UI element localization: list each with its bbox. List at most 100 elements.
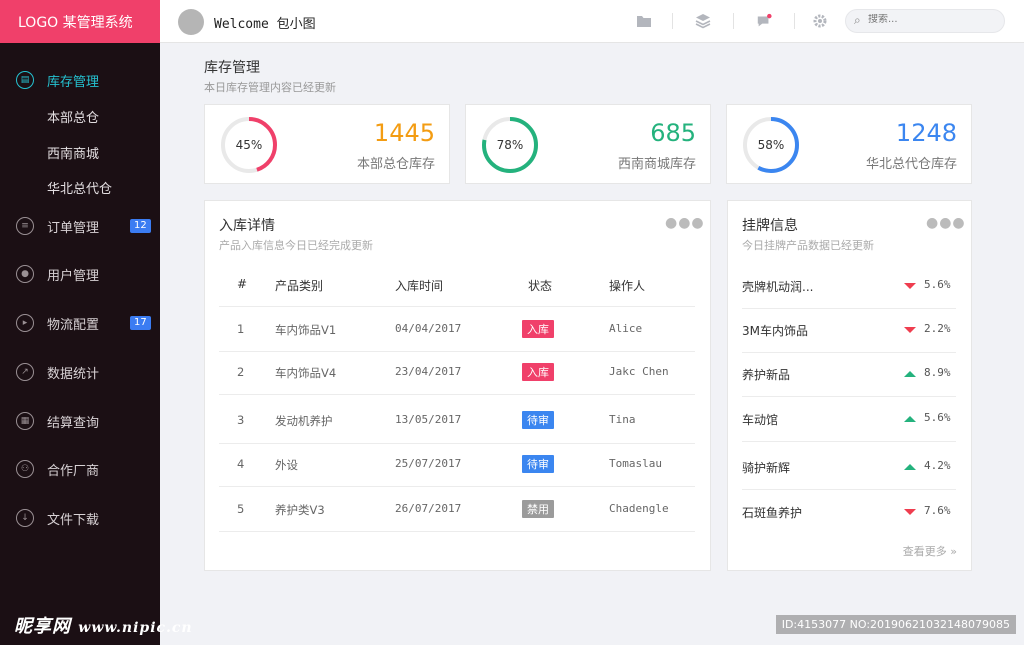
- sidebar-subitem-southwest-mall[interactable]: 西南商城: [47, 143, 99, 162]
- listing-item-value: 5.6%: [924, 411, 951, 424]
- sidebar-item-statistics[interactable]: ↗ 数据统计: [0, 357, 160, 387]
- site-watermark: 昵享网 www.nipic.cn: [14, 612, 193, 638]
- see-more-link[interactable]: 查看更多 »: [903, 543, 957, 559]
- stat-percent: 78%: [496, 138, 524, 152]
- chart-icon: ↗: [16, 363, 34, 381]
- listing-item-name[interactable]: 车动馆: [742, 411, 778, 428]
- calculator-icon: ▦: [16, 412, 34, 430]
- list-divider: [742, 441, 956, 442]
- list-divider: [742, 352, 956, 353]
- panel-title: 入库详情: [219, 218, 275, 234]
- column-header: 操作人: [609, 279, 646, 293]
- stat-card-hq: 45% 1445 本部总仓库存: [204, 104, 450, 184]
- product-category: 车内饰品V1: [275, 323, 337, 337]
- app-title: LOGO 某管理系统: [18, 14, 133, 31]
- inventory-icon: ▤: [16, 71, 34, 89]
- sidebar-item-label: 文件下载: [47, 512, 100, 528]
- row-number: 4: [237, 457, 245, 471]
- operator-name: Alice: [609, 322, 643, 335]
- search-box[interactable]: ⌕: [845, 9, 1005, 33]
- operator-name: Tina: [609, 413, 636, 426]
- list-divider: [742, 308, 956, 309]
- operator-name: Chadengle: [609, 502, 669, 515]
- sidebar-item-logistics[interactable]: ▸ 物流配置 17: [0, 308, 160, 338]
- panel-subtitle: 今日挂牌产品数据已经更新: [742, 239, 874, 252]
- column-header: #: [237, 277, 248, 291]
- sidebar-item-downloads[interactable]: ↓ 文件下载: [0, 503, 160, 533]
- stat-percent: 58%: [757, 138, 785, 152]
- row-divider: [219, 486, 695, 487]
- status-badge: 待审: [522, 411, 554, 429]
- stat-label: 西南商城库存: [617, 157, 696, 172]
- app-logo[interactable]: LOGO 某管理系统: [0, 0, 160, 43]
- inbound-detail-panel: 入库详情 产品入库信息今日已经完成更新 ●●● # 产品类别 入库时间 状态 操…: [204, 200, 711, 571]
- welcome-text: Welcome 包小图: [214, 17, 316, 32]
- avatar[interactable]: [178, 9, 204, 35]
- watermark-id: ID:4153077 NO:20190621032148079085: [775, 615, 1016, 634]
- listing-item-name[interactable]: 养护新品: [742, 366, 790, 383]
- inbound-date: 23/04/2017: [395, 365, 462, 378]
- product-category: 发动机养护: [275, 414, 333, 428]
- sidebar-item-label: 合作厂商: [47, 463, 100, 479]
- sidebar-item-orders[interactable]: ≡ 订单管理 12: [0, 211, 160, 241]
- listing-item-name[interactable]: 石斑鱼养护: [742, 504, 802, 521]
- column-header: 入库时间: [395, 279, 444, 293]
- watermark-site: 昵享网: [14, 616, 71, 637]
- message-icon[interactable]: [756, 13, 772, 29]
- column-header: 产品类别: [275, 279, 324, 293]
- more-options-icon[interactable]: ●●●: [926, 215, 966, 231]
- logistics-icon: ▸: [16, 314, 34, 332]
- stat-percent: 45%: [235, 138, 263, 152]
- row-number: 3: [237, 413, 245, 427]
- sidebar-item-label: 订单管理: [47, 220, 100, 236]
- row-divider: [219, 443, 695, 444]
- sidebar-subitem-hq-warehouse[interactable]: 本部总仓: [47, 107, 99, 126]
- header-divider: [672, 13, 673, 29]
- stat-label: 华北总代仓库存: [865, 157, 957, 172]
- sidebar-item-partners[interactable]: ⚇ 合作厂商: [0, 454, 160, 484]
- settings-icon[interactable]: [812, 13, 828, 29]
- row-divider: [219, 306, 695, 307]
- stat-value: 685: [650, 119, 696, 147]
- list-divider: [742, 489, 956, 490]
- listing-item-name[interactable]: 壳牌机动润...: [742, 278, 813, 295]
- inbound-date: 04/04/2017: [395, 322, 462, 335]
- sidebar-item-label: 数据统计: [47, 366, 100, 382]
- listing-item-value: 4.2%: [924, 459, 951, 472]
- trend-up-icon: [904, 416, 916, 422]
- sidebar-item-settlement[interactable]: ▦ 结算查询: [0, 406, 160, 436]
- top-header: Welcome 包小图 ⌕: [160, 0, 1024, 43]
- order-count-badge: 12: [130, 219, 151, 233]
- trend-up-icon: [904, 371, 916, 377]
- search-input[interactable]: [868, 14, 998, 25]
- stat-card-north: 58% 1248 华北总代仓库存: [726, 104, 972, 184]
- search-icon: ⌕: [854, 13, 861, 27]
- sidebar-item-label: 结算查询: [47, 415, 100, 431]
- logistics-count-badge: 17: [130, 316, 151, 330]
- sidebar-subitem-north-warehouse[interactable]: 华北总代仓: [47, 178, 112, 197]
- inbound-date: 25/07/2017: [395, 457, 462, 470]
- listing-item-name[interactable]: 3M车内饰品: [742, 322, 808, 339]
- stat-value: 1248: [895, 119, 957, 147]
- column-header: 状态: [528, 279, 553, 293]
- folder-icon[interactable]: [636, 13, 652, 29]
- page-title: 库存管理: [204, 60, 260, 76]
- product-category: 养护类V3: [275, 503, 325, 517]
- panel-subtitle: 产品入库信息今日已经完成更新: [219, 239, 373, 252]
- header-divider: [733, 13, 734, 29]
- user-icon: ●: [16, 265, 34, 283]
- sidebar-item-label: 用户管理: [47, 268, 100, 284]
- sidebar-item-inventory[interactable]: ▤ 库存管理: [0, 65, 160, 95]
- row-number: 1: [237, 322, 245, 336]
- header-divider: [794, 13, 795, 29]
- layers-icon[interactable]: [695, 13, 711, 29]
- listing-item-value: 5.6%: [924, 278, 951, 291]
- status-badge: 禁用: [522, 500, 554, 518]
- stat-card-southwest: 78% 685 西南商城库存: [465, 104, 711, 184]
- listing-item-name[interactable]: 骑护新辉: [742, 459, 790, 476]
- more-options-icon[interactable]: ●●●: [665, 215, 705, 231]
- row-number: 2: [237, 365, 245, 379]
- sidebar-item-users[interactable]: ● 用户管理: [0, 259, 160, 289]
- page-subtitle: 本日库存管理内容已经更新: [204, 81, 336, 94]
- status-badge: 待审: [522, 455, 554, 473]
